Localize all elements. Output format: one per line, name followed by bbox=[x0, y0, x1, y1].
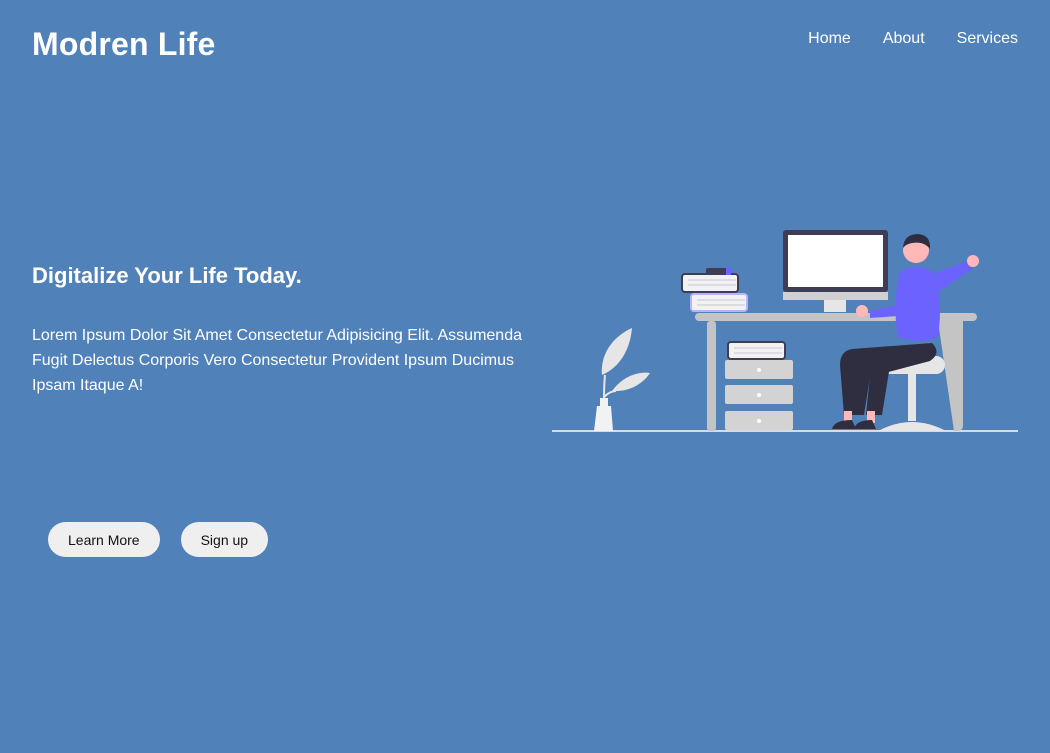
monitor-icon bbox=[783, 230, 888, 312]
nav-home[interactable]: Home bbox=[808, 30, 851, 48]
hero-headline: Digitalize Your Life Today. bbox=[32, 263, 302, 288]
site-logo[interactable]: Modren Life bbox=[32, 26, 216, 63]
books-icon bbox=[681, 267, 748, 312]
landing-page: Modren Life Home About Services Digitali… bbox=[0, 0, 1050, 753]
nav-services[interactable]: Services bbox=[957, 30, 1018, 48]
person-at-desk-illustration bbox=[552, 230, 1018, 432]
main-nav: Home About Services bbox=[808, 30, 1018, 48]
sign-up-button[interactable]: Sign up bbox=[180, 522, 269, 557]
hero-description: Lorem Ipsum Dolor Sit Amet Consectetur A… bbox=[32, 327, 522, 394]
plant-icon bbox=[594, 328, 650, 431]
nav-about[interactable]: About bbox=[883, 30, 925, 48]
learn-more-button[interactable]: Learn More bbox=[48, 522, 160, 557]
hero-actions: Learn More Sign up bbox=[48, 522, 269, 557]
